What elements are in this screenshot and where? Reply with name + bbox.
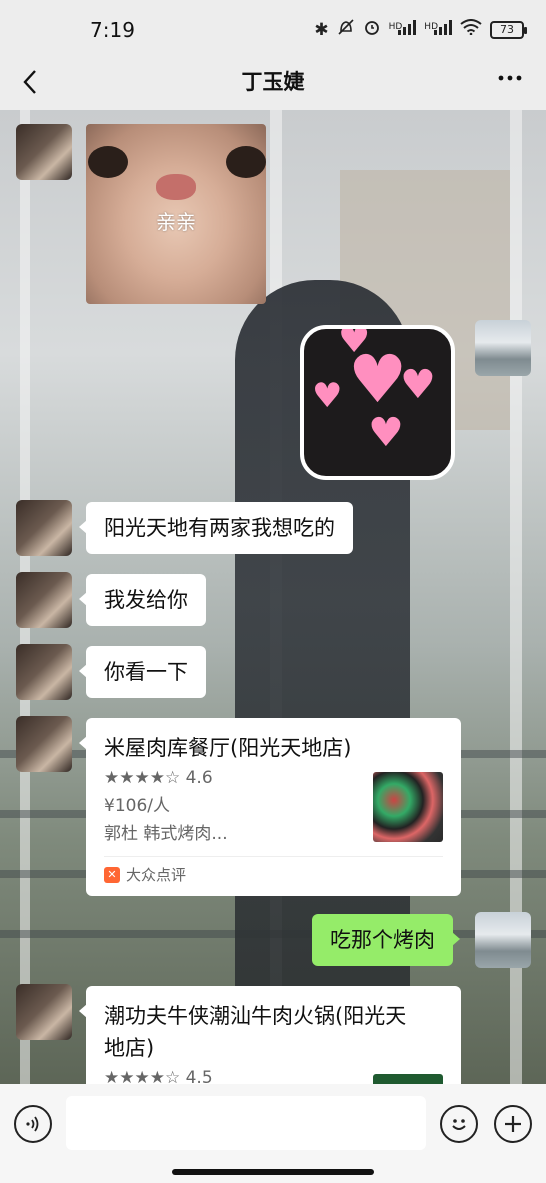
emoji-button[interactable] <box>440 1105 478 1143</box>
home-indicator[interactable] <box>172 1169 374 1175</box>
self-avatar[interactable] <box>475 912 531 968</box>
hearts-sticker[interactable]: ♥ ♥ ♥ ♥ ♥ <box>300 325 455 480</box>
contact-avatar[interactable] <box>16 124 72 180</box>
more-icon[interactable] <box>496 64 524 99</box>
restaurant-thumbnail <box>373 1074 443 1084</box>
restaurant-card[interactable]: 潮功夫牛侠潮汕牛肉火锅(阳光天 地店) ★★★★☆ 4.5 <box>79 986 461 1084</box>
alarm-icon <box>363 18 381 41</box>
message-bubble[interactable]: 你看一下 <box>79 646 206 698</box>
message-input[interactable] <box>66 1096 426 1150</box>
status-bar: 7:19 ✱ HD HD 73 <box>0 0 546 58</box>
message-bubble[interactable]: 阳光天地有两家我想吃的 <box>79 502 353 554</box>
battery-icon: 73 <box>490 20 527 39</box>
plus-button[interactable] <box>494 1105 532 1143</box>
restaurant-name: 米屋肉库餐厅(阳光天地店) <box>104 736 352 760</box>
heart-icon: ♥ <box>312 376 343 416</box>
emoji-icon <box>452 1119 466 1130</box>
hd-signal-icon: HD <box>389 19 417 40</box>
contact-avatar[interactable] <box>16 716 72 772</box>
message-bubble[interactable]: 我发给你 <box>79 574 206 626</box>
wifi-icon <box>460 19 482 40</box>
cat-eye <box>226 146 266 178</box>
heart-icon: ♥ <box>400 362 436 408</box>
status-icons: ✱ HD HD 73 <box>314 18 527 41</box>
restaurant-card[interactable]: 米屋肉库餐厅(阳光天地店) ★★★★☆ 4.6 ¥106/人 郭杜 韩式烤肉..… <box>79 718 461 896</box>
contact-avatar[interactable] <box>16 500 72 556</box>
mute-icon <box>337 18 355 41</box>
contact-avatar[interactable] <box>16 644 72 700</box>
dianping-logo-icon: ✕ <box>104 866 120 883</box>
chat-area[interactable]: 亲亲 ♥ ♥ ♥ ♥ ♥ 阳光天地有两家我想吃的 我发给你 你看一下 米屋肉库餐… <box>0 110 546 1084</box>
voice-icon <box>26 1116 39 1132</box>
source-label: 大众点评 <box>126 866 187 884</box>
status-time: 7:19 <box>90 18 135 42</box>
hd-signal-icon: HD <box>424 19 452 40</box>
heart-icon: ♥ <box>348 341 408 418</box>
bluetooth-icon: ✱ <box>314 19 329 40</box>
card-source: ✕ 大众点评 <box>104 856 443 892</box>
chat-title: 丁玉婕 <box>241 70 305 94</box>
heart-icon: ♥ <box>368 410 404 456</box>
contact-avatar[interactable] <box>16 572 72 628</box>
plus-icon <box>505 1116 521 1132</box>
restaurant-name: 潮功夫牛侠潮汕牛肉火锅(阳光天 <box>104 1004 407 1028</box>
cat-sticker[interactable]: 亲亲 <box>86 124 266 304</box>
contact-avatar[interactable] <box>16 984 72 1040</box>
cat-eye <box>88 146 128 178</box>
self-avatar[interactable] <box>475 320 531 376</box>
restaurant-name-line2: 地店) <box>104 1036 155 1060</box>
sticker-caption: 亲亲 <box>156 210 196 234</box>
restaurant-thumbnail <box>373 772 443 842</box>
cat-nose <box>156 174 196 200</box>
message-bubble-self[interactable]: 吃那个烤肉 <box>312 914 460 966</box>
nav-bar: 丁玉婕 <box>0 58 546 110</box>
voice-button[interactable] <box>14 1105 52 1143</box>
